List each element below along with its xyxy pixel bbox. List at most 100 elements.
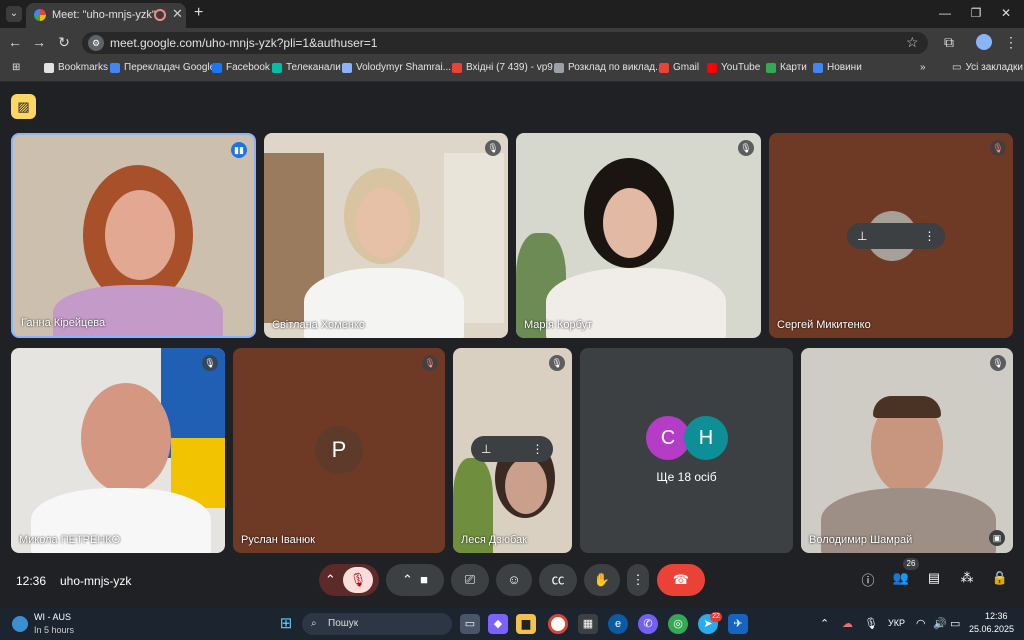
participant-tile[interactable]: ▮▮ Ганна Кірейцева xyxy=(11,133,256,338)
battery-icon[interactable]: ▭ xyxy=(950,617,960,630)
url-text[interactable]: meet.google.com/uho-mnjs-yzk?pli=1&authu… xyxy=(110,36,377,50)
language-indicator[interactable]: УКР xyxy=(888,618,905,628)
mic-off-icon: 🎙 xyxy=(990,140,1006,156)
bookmark-item[interactable]: Новини xyxy=(813,62,862,73)
new-tab-button[interactable]: + xyxy=(194,4,203,22)
participant-tile[interactable]: 🎙 Світлана Хоменко xyxy=(264,133,508,338)
bookmark-label: Facebook xyxy=(226,62,270,73)
camera-icon[interactable]: ■ xyxy=(420,572,428,587)
more-options-icon[interactable]: ⋮ xyxy=(923,229,935,243)
store-icon[interactable]: ▦ xyxy=(578,614,598,634)
site-info-icon[interactable]: ⚙ xyxy=(88,35,104,51)
tab-meet[interactable]: Meet: "uho-mnjs-yzk" ✕ xyxy=(26,3,186,28)
reload-button[interactable]: ↻ xyxy=(55,34,73,51)
tab-search-button[interactable]: ⌄ xyxy=(6,6,22,22)
participant-tile[interactable]: ⊥ ⋮ 🎙 Леся Дзюбак xyxy=(453,348,572,553)
tray-overflow-icon[interactable]: ⌃ xyxy=(820,617,829,630)
captions-button[interactable]: ㏄ xyxy=(539,564,577,596)
pip-icon[interactable]: ▣ xyxy=(989,530,1005,546)
more-options-button[interactable]: ⋮ xyxy=(627,564,649,596)
others-tile[interactable]: C H Ще 18 осіб xyxy=(580,348,793,553)
tile-hover-controls[interactable]: ⊥ ⋮ xyxy=(847,223,946,249)
app-icon[interactable]: ✈ xyxy=(728,614,748,634)
activities-icon[interactable]: ⁂ xyxy=(957,570,977,586)
edge-icon[interactable]: e xyxy=(608,614,628,634)
profile-avatar[interactable] xyxy=(976,34,992,50)
speaking-indicator-icon: ▮▮ xyxy=(231,142,247,158)
taskbar-date[interactable]: 25.06.2025 xyxy=(969,624,1014,634)
pin-icon[interactable]: ⊥ xyxy=(481,442,491,456)
mic-off-icon: 🎙 xyxy=(422,355,438,371)
copilot-icon[interactable]: ◆ xyxy=(488,614,508,634)
back-button[interactable]: ← xyxy=(6,34,24,50)
weather-title[interactable]: WI - AUS xyxy=(34,612,71,622)
bookmark-item[interactable]: Телеканали xyxy=(272,62,341,73)
participant-tile[interactable]: 🎙 Микола ПЕТРЕНКО xyxy=(11,348,225,553)
all-bookmarks-label: Усі закладки xyxy=(965,62,1023,73)
tv-icon xyxy=(272,62,282,73)
participant-name: Володимир Шамрай xyxy=(809,534,913,546)
participant-tile[interactable]: P 🎙 Руслан Іванюк xyxy=(233,348,445,553)
screenshot-blocked-icon[interactable]: ▨ xyxy=(11,94,36,119)
bookmark-label: Новини xyxy=(827,62,862,73)
chevron-up-icon[interactable]: ⌃ xyxy=(325,572,336,587)
participant-tile[interactable]: 🎙 ▣ Володимир Шамрай xyxy=(801,348,1013,553)
bookmark-star-icon[interactable]: ☆ xyxy=(906,34,919,51)
all-bookmarks-folder[interactable]: ▭ Усі закладки xyxy=(952,62,1023,73)
bookmark-label: Вхідні (7 439) - vp9... xyxy=(466,62,562,73)
tray-app-icon[interactable]: ☁ xyxy=(842,617,853,630)
bookmark-item[interactable]: Volodymyr Shamrai... xyxy=(342,62,451,73)
task-view-icon[interactable]: ▭ xyxy=(460,614,480,634)
bookmark-item[interactable]: Gmail xyxy=(659,62,699,73)
participant-tile[interactable]: ⊥ ⋮ 🎙 Сергей Микитенко xyxy=(769,133,1013,338)
camera-control[interactable]: ⌃ ■ xyxy=(386,564,444,596)
bookmark-item[interactable]: Facebook xyxy=(212,62,270,73)
menu-icon[interactable]: ⋮ xyxy=(1002,34,1020,51)
chrome-icon[interactable] xyxy=(548,614,568,634)
bookmark-item[interactable]: Карти xyxy=(766,62,807,73)
bookmark-label: Карти xyxy=(780,62,807,73)
pin-icon[interactable]: ⊥ xyxy=(857,229,867,243)
mic-control[interactable]: ⌃ 🎙 xyxy=(319,564,379,596)
start-icon[interactable]: ⊞ xyxy=(276,614,296,634)
raise-hand-button[interactable]: ✋ xyxy=(584,564,620,596)
close-window-button[interactable]: ✕ xyxy=(996,6,1016,20)
recording-indicator-icon xyxy=(154,9,166,21)
file-explorer-icon[interactable]: ▆ xyxy=(516,614,536,634)
extensions-icon[interactable]: ⧉ xyxy=(940,34,958,51)
bookmark-item[interactable]: Bookmarks xyxy=(44,62,108,73)
leave-call-button[interactable]: ☎ xyxy=(657,564,705,596)
microphone-icon[interactable]: 🎙 xyxy=(864,617,878,630)
info-icon[interactable]: ⓘ xyxy=(858,570,878,589)
bookmark-item[interactable]: Вхідні (7 439) - vp9... xyxy=(452,62,561,73)
chrome-profile-icon[interactable]: ◎ xyxy=(668,614,688,634)
volume-icon[interactable]: 🔊 xyxy=(933,617,947,630)
chevron-up-icon[interactable]: ⌃ xyxy=(402,572,413,587)
minimize-button[interactable]: — xyxy=(935,6,955,20)
weather-icon[interactable] xyxy=(12,616,28,632)
more-options-icon[interactable]: ⋮ xyxy=(531,442,543,456)
tile-hover-controls[interactable]: ⊥ ⋮ xyxy=(471,436,554,462)
forward-button[interactable]: → xyxy=(30,34,48,50)
bookmark-item[interactable]: YouTube xyxy=(707,62,760,73)
tab-strip: ⌄ Meet: "uho-mnjs-yzk" ✕ + — ❐ ✕ xyxy=(0,0,1024,28)
apps-icon[interactable]: ⊞ xyxy=(12,62,20,73)
tab-close-icon[interactable]: ✕ xyxy=(172,6,183,22)
taskbar-time[interactable]: 12:36 xyxy=(985,611,1008,621)
wifi-icon[interactable]: ◠ xyxy=(916,617,926,630)
reactions-button[interactable]: ☺ xyxy=(496,564,532,596)
participant-tile[interactable]: 🎙 Марія Корбут xyxy=(516,133,761,338)
viber-icon[interactable]: ✆ xyxy=(638,614,658,634)
mic-off-icon[interactable]: 🎙 xyxy=(343,567,374,593)
chat-icon[interactable]: ▤ xyxy=(924,570,944,586)
restore-button[interactable]: ❐ xyxy=(966,6,986,20)
host-controls-icon[interactable]: 🔒 xyxy=(990,570,1010,586)
more-bookmarks-icon[interactable]: » xyxy=(920,62,926,73)
present-button[interactable]: ⎚ xyxy=(451,564,489,596)
bookmark-item[interactable]: Розклад по виклад... xyxy=(554,62,663,73)
taskbar-search[interactable]: ⌕ Пошук xyxy=(302,613,452,635)
address-bar[interactable]: ⚙ meet.google.com/uho-mnjs-yzk?pli=1&aut… xyxy=(82,32,928,54)
bookmark-item[interactable]: Перекладач Google xyxy=(110,62,215,73)
star-icon xyxy=(44,62,54,73)
people-icon[interactable]: 👥 xyxy=(891,570,911,586)
